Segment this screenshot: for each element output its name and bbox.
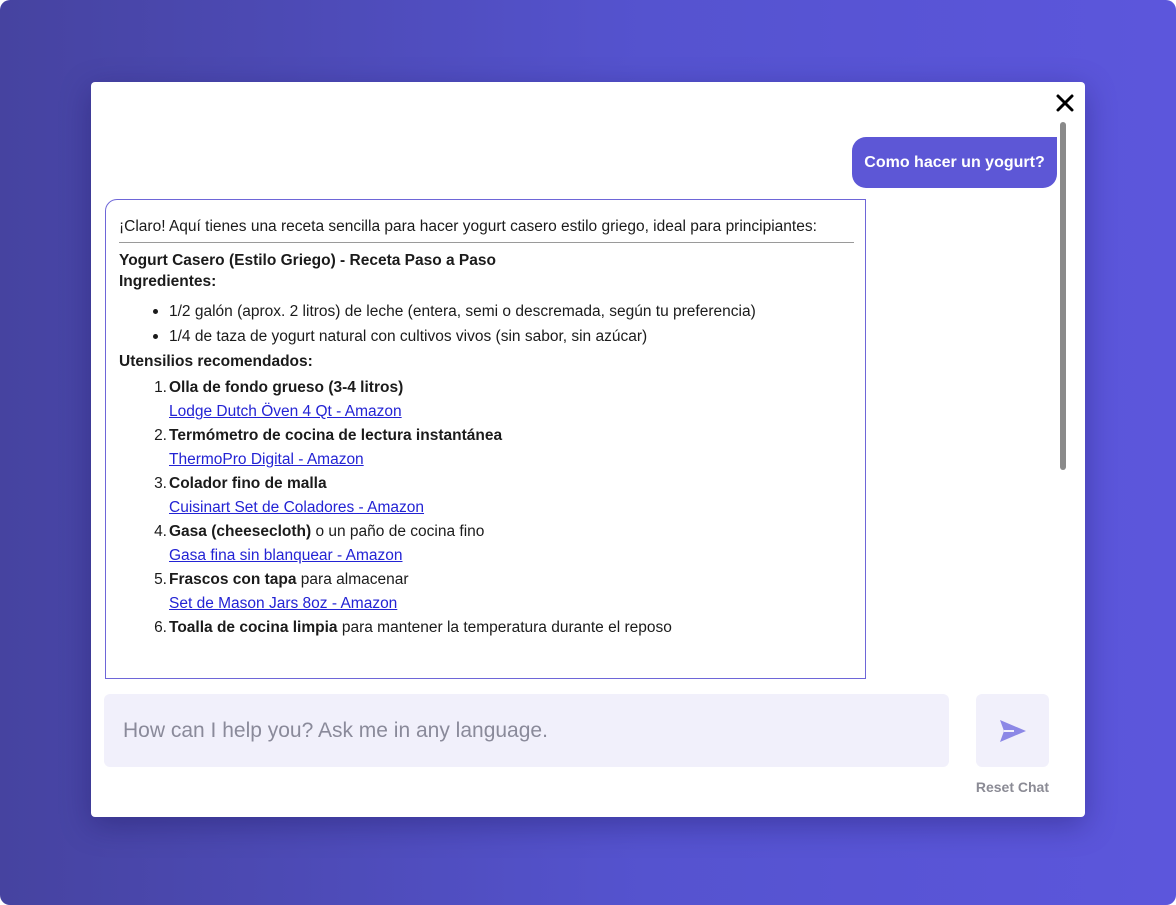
tool-item: 2. Termómetro de cocina de lectura instan… <box>154 424 854 472</box>
tool-amazon-link[interactable]: ThermoPro Digital - Amazon <box>169 448 854 472</box>
tools-heading: Utensilios recomendados: <box>119 353 313 370</box>
tool-amazon-link[interactable]: Lodge Dutch Öven 4 Qt - Amazon <box>169 400 854 424</box>
tool-number: 3. <box>154 475 167 492</box>
send-icon <box>999 719 1026 742</box>
chat-modal: Como hacer un yogurt? ¡Claro! Aquí tiene… <box>91 82 1085 817</box>
chat-scrollbar[interactable] <box>1060 122 1066 470</box>
tool-name: Colador fino de malla <box>169 475 327 492</box>
tool-name: Gasa (cheesecloth) <box>169 523 312 540</box>
tool-name: Toalla de cocina limpia <box>169 619 338 636</box>
tools-list: 1. Olla de fondo grueso (3-4 litros) Lodg… <box>119 376 854 640</box>
tool-amazon-link[interactable]: Cuisinart Set de Coladores - Amazon <box>169 496 854 520</box>
message-input[interactable] <box>121 717 949 744</box>
send-button[interactable] <box>976 694 1049 767</box>
tool-description: para almacenar <box>296 571 409 588</box>
tool-item: 5. Frascos con tapa para almacenar Set de… <box>154 568 854 616</box>
tool-item: 4. Gasa (cheesecloth) o un paño de cocina… <box>154 520 854 568</box>
tool-amazon-link[interactable]: Set de Mason Jars 8oz - Amazon <box>169 592 854 616</box>
ingredient-item: 1/2 galón (aprox. 2 litros) de leche (en… <box>153 299 854 324</box>
tool-item: 1. Olla de fondo grueso (3-4 litros) Lodg… <box>154 376 854 424</box>
tool-description: para mantener la temperatura durante el … <box>337 619 672 636</box>
message-input-container <box>104 694 949 767</box>
assistant-message-bubble: ¡Claro! Aquí tienes una receta sencilla … <box>105 199 866 679</box>
tool-item: 3. Colador fino de malla Cuisinart Set de… <box>154 472 854 520</box>
tool-name: Frascos con tapa <box>169 571 297 588</box>
tool-number: 5. <box>154 571 167 588</box>
tool-number: 1. <box>154 379 167 396</box>
assistant-intro: ¡Claro! Aquí tienes una receta sencilla … <box>119 218 817 235</box>
tool-amazon-link[interactable]: Gasa fina sin blanquear - Amazon <box>169 544 854 568</box>
tool-description: o un paño de cocina fino <box>311 523 485 540</box>
user-message-bubble: Como hacer un yogurt? <box>852 137 1057 188</box>
tool-name: Termómetro de cocina de lectura instantá… <box>169 427 503 444</box>
tool-number: 4. <box>154 523 167 540</box>
recipe-title: Yogurt Casero (Estilo Griego) - Receta P… <box>119 252 496 269</box>
ingredients-list: 1/2 galón (aprox. 2 litros) de leche (en… <box>119 299 854 349</box>
ingredients-heading: Ingredientes: <box>119 273 217 290</box>
tool-number: 2. <box>154 427 167 444</box>
tool-item: 6. Toalla de cocina limpia para mantener … <box>154 616 854 640</box>
reset-chat-button[interactable]: Reset Chat <box>957 779 1049 795</box>
tool-name: Olla de fondo grueso (3-4 litros) <box>169 379 404 396</box>
user-message-text: Como hacer un yogurt? <box>864 153 1045 171</box>
divider <box>119 242 854 243</box>
tool-number: 6. <box>154 619 167 636</box>
ingredient-item: 1/4 de taza de yogurt natural con cultiv… <box>153 324 854 349</box>
close-icon[interactable] <box>1054 92 1076 114</box>
